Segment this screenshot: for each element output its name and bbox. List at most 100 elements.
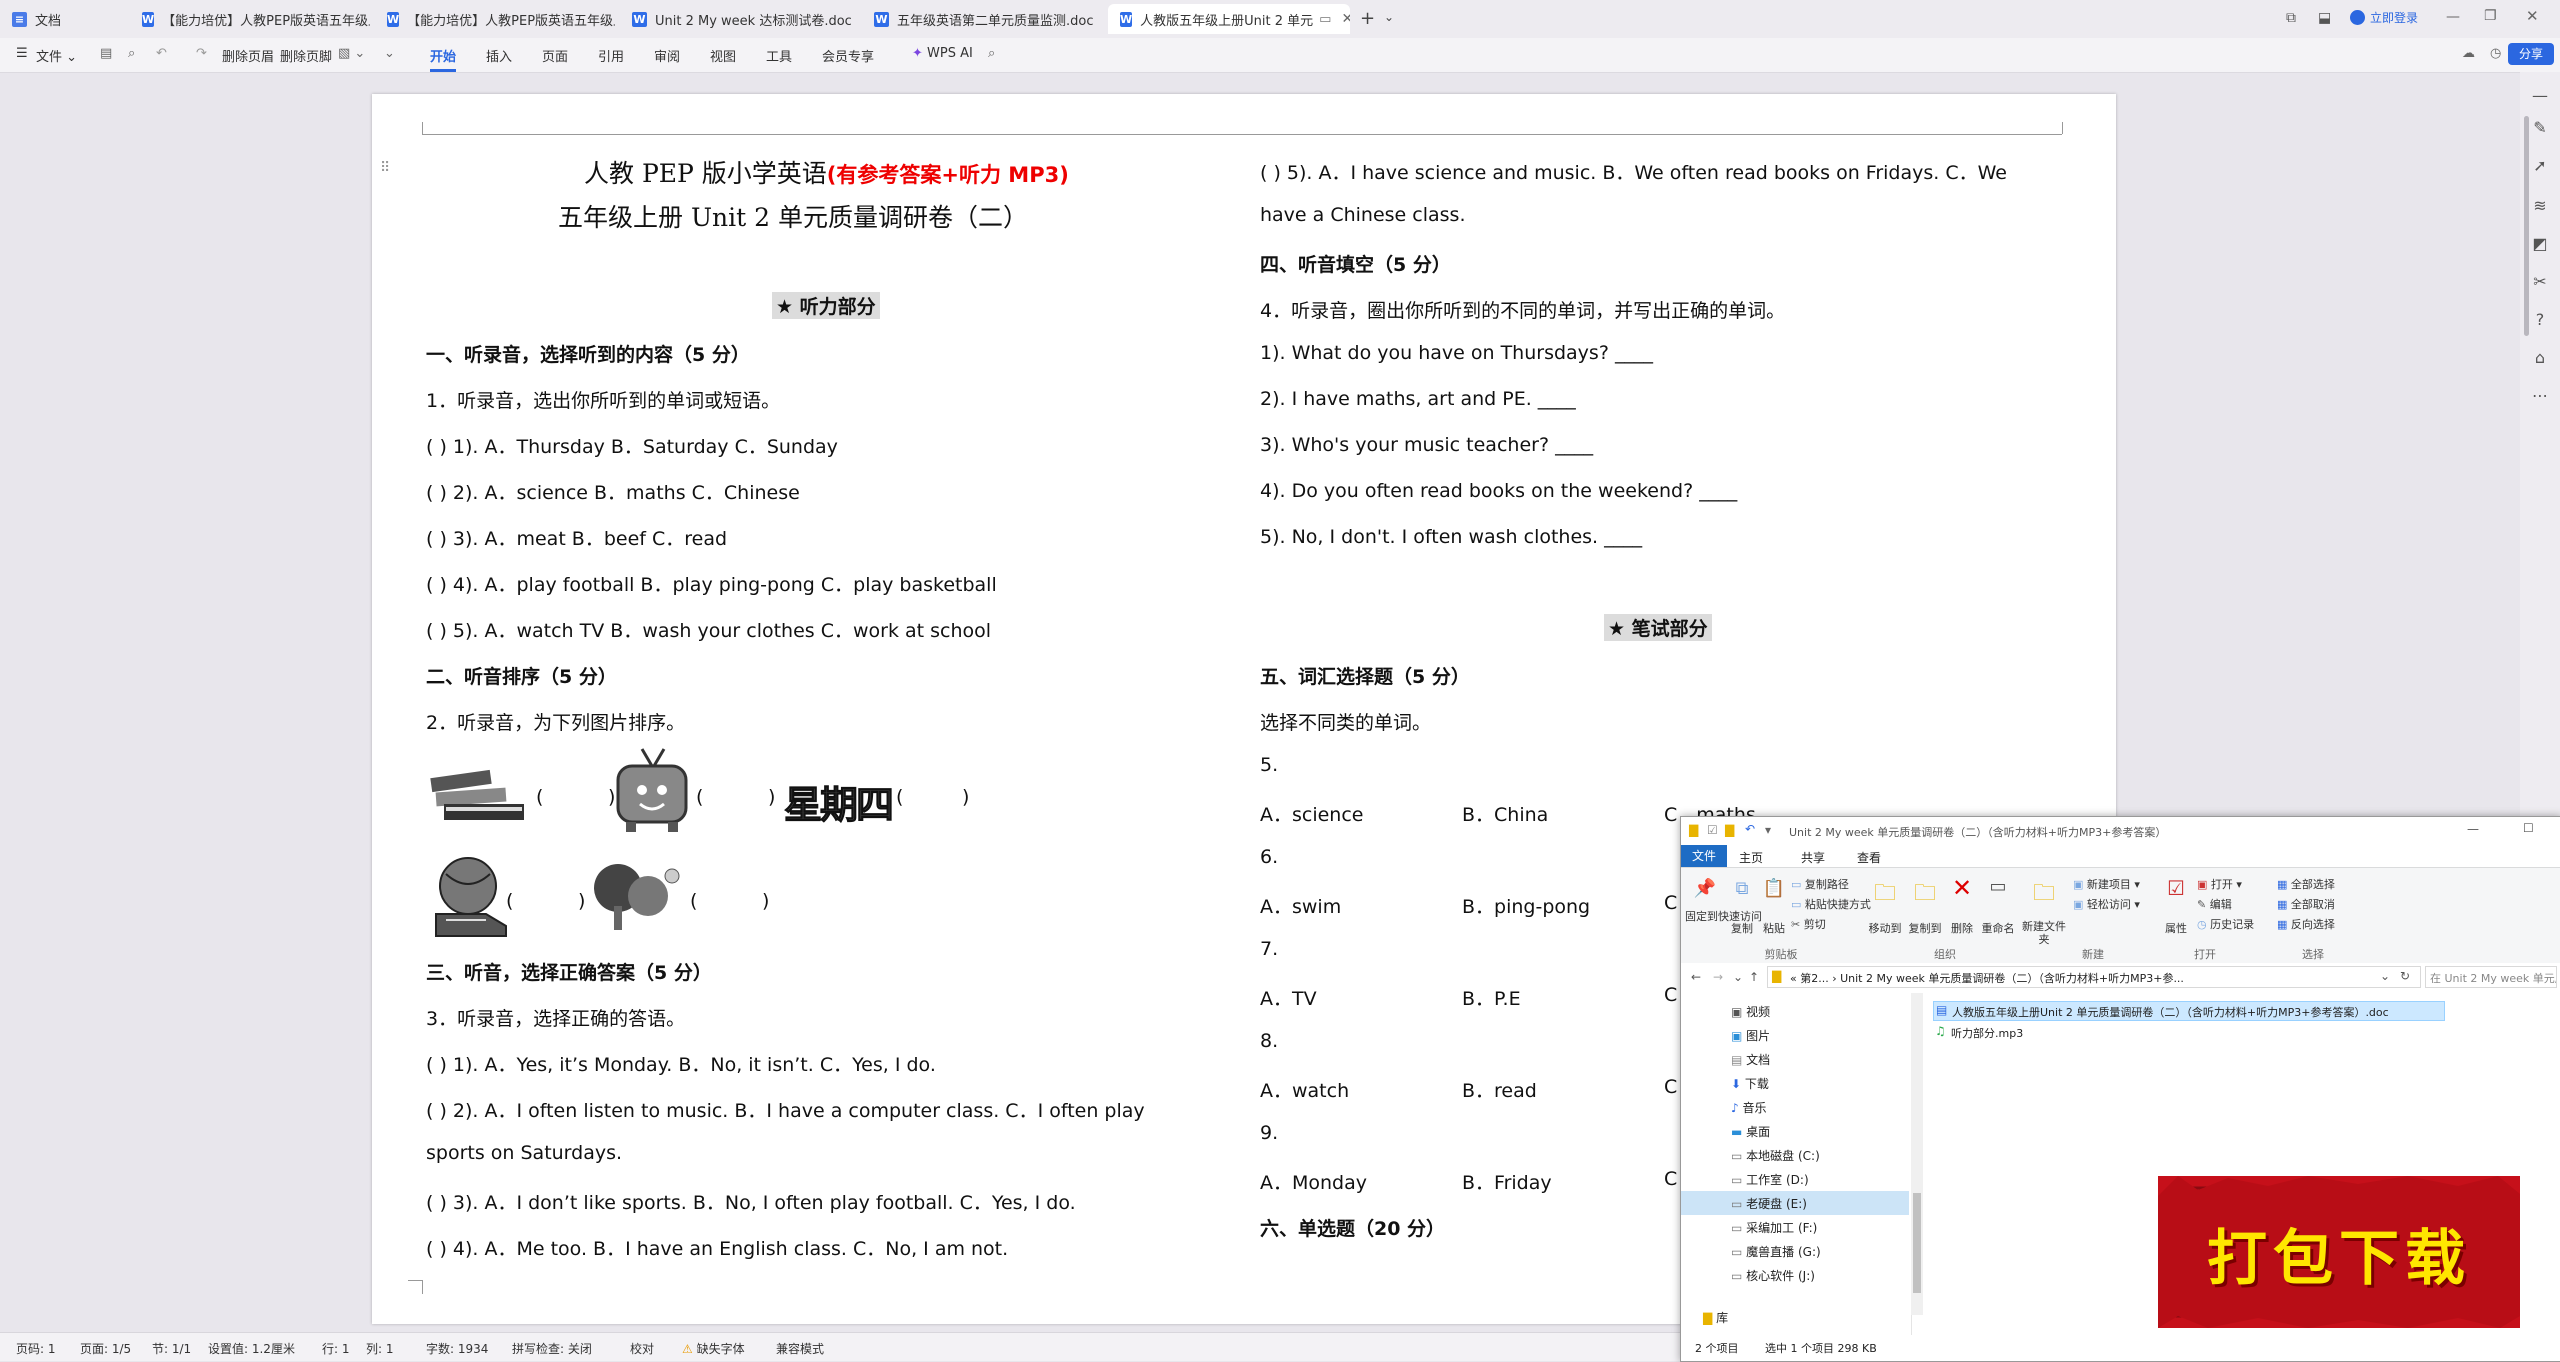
format-painter-icon[interactable]: ⌕: [128, 46, 135, 61]
ribbon-tab-file[interactable]: 文件: [1681, 845, 1727, 867]
refresh-icon[interactable]: ↻: [2400, 969, 2410, 983]
menu-insert[interactable]: 插入: [486, 46, 512, 65]
nav-item-library[interactable]: ▇ 库: [1703, 1309, 1728, 1326]
nav-item-drive-g[interactable]: ▭ 魔兽直播 (G:): [1731, 1243, 1821, 1260]
select-none-button[interactable]: ▦ 全部取消: [2277, 896, 2335, 912]
share-button[interactable]: 分享: [2508, 43, 2554, 65]
new-folder-icon[interactable]: 🗀: [2027, 876, 2061, 914]
paste-button[interactable]: 粘贴: [1759, 920, 1789, 936]
customize-chevron-icon[interactable]: ▾: [1765, 823, 1771, 837]
ribbon-tab-share[interactable]: 共享: [1801, 849, 1825, 866]
tab-list-chevron-icon[interactable]: ⌄: [1384, 10, 1394, 24]
status-spellcheck[interactable]: 拼写检查: 关闭: [512, 1340, 592, 1357]
new-folder-button[interactable]: 新建文件夹: [2021, 920, 2067, 946]
edit-pen-icon[interactable]: ✎: [2530, 118, 2550, 138]
move-to-button[interactable]: 移动到: [1865, 920, 1905, 936]
ribbon-tab-view[interactable]: 查看: [1857, 849, 1881, 866]
more-chevron-icon[interactable]: ⌄: [384, 46, 395, 61]
paste-shortcut-button[interactable]: ▭ 粘贴快捷方式: [1791, 896, 1871, 912]
maximize-icon[interactable]: ☐: [2523, 821, 2534, 835]
nav-item-drive-f[interactable]: ▭ 采编加工 (F:): [1731, 1219, 1817, 1236]
tab-doc-2[interactable]: W 【能力培优】人教PEP版英语五年级上: [375, 4, 615, 34]
delete-button[interactable]: 删除: [1947, 920, 1977, 936]
new-tab-icon[interactable]: +: [1360, 8, 1375, 29]
open-button[interactable]: ▣ 打开 ▾: [2197, 876, 2242, 892]
history-button[interactable]: ◷ 历史记录: [2197, 916, 2254, 932]
address-bar[interactable]: ▇ « 第2... › Unit 2 My week 单元质量调研卷（二）（含听…: [1767, 966, 2421, 988]
edit-button[interactable]: ✎ 编辑: [2197, 896, 2232, 912]
tools-icon[interactable]: ✂: [2530, 272, 2550, 292]
nav-item-documents[interactable]: ▤ 文档: [1731, 1051, 1770, 1068]
more-icon[interactable]: ⋯: [2530, 386, 2550, 406]
nav-scrollbar[interactable]: [1911, 993, 1923, 1315]
paste-icon[interactable]: 📋: [1759, 878, 1789, 899]
shapes-icon[interactable]: ◩: [2530, 234, 2550, 254]
nav-item-drive-c[interactable]: ▭ 本地磁盘 (C:): [1731, 1147, 1820, 1164]
status-missing-font[interactable]: ⚠ 缺失字体: [682, 1340, 745, 1357]
menu-review[interactable]: 审阅: [654, 46, 680, 65]
download-banner[interactable]: 打包下载: [2158, 1176, 2520, 1328]
forward-icon[interactable]: →: [1713, 970, 1723, 984]
tab-doc-1[interactable]: W 【能力培优】人教PEP版英语五年级上: [130, 4, 370, 34]
select-all-button[interactable]: ▦ 全部选择: [2277, 876, 2335, 892]
tab-doc-3[interactable]: W Unit 2 My week 达标测试卷.doc: [620, 4, 860, 34]
nav-item-videos[interactable]: ▣ 视频: [1731, 1003, 1770, 1020]
up-icon[interactable]: ↑: [1749, 970, 1759, 984]
adjust-icon[interactable]: ≋: [2530, 196, 2550, 216]
hamburger-icon[interactable]: ☰: [16, 46, 28, 61]
nav-item-drive-e[interactable]: ▭ 老硬盘 (E:): [1731, 1195, 1807, 1212]
pointer-icon[interactable]: ➚: [2530, 156, 2550, 176]
cut-button[interactable]: ✂ 剪切: [1791, 916, 1826, 932]
file-menu[interactable]: 文件 ⌄: [36, 46, 77, 65]
float-window-icon[interactable]: ▭: [1319, 12, 1331, 27]
maximize-icon[interactable]: ❐: [2484, 8, 2497, 24]
status-wordcount[interactable]: 字数: 1934: [426, 1340, 488, 1357]
scrollbar[interactable]: [2520, 112, 2530, 412]
new-folder-small-icon[interactable]: ▇: [1725, 823, 1734, 837]
back-icon[interactable]: ←: [1691, 970, 1701, 984]
history-icon[interactable]: ◷: [2490, 46, 2501, 61]
invert-selection-button[interactable]: ▦ 反向选择: [2277, 916, 2335, 932]
theme-icon[interactable]: ⬓: [2318, 10, 2331, 26]
nav-scrollbar-thumb[interactable]: [1913, 1193, 1921, 1293]
menu-member[interactable]: 会员专享: [822, 46, 874, 65]
pin-icon[interactable]: 📌: [1687, 878, 1723, 899]
delete-header-button[interactable]: 删除页眉: [222, 46, 274, 65]
delete-icon[interactable]: ✕: [1947, 874, 1977, 902]
minimize-icon[interactable]: —: [2446, 9, 2460, 25]
delete-footer-button[interactable]: 删除页脚: [280, 46, 332, 65]
easy-access-button[interactable]: ▣ 轻松访问 ▾: [2073, 896, 2140, 912]
history-chevron-icon[interactable]: ⌄: [1733, 970, 1743, 984]
nav-item-downloads[interactable]: ⬇ 下载: [1731, 1075, 1769, 1092]
save-icon[interactable]: ▤: [100, 46, 112, 61]
close-window-icon[interactable]: ✕: [2526, 7, 2539, 25]
menu-tools[interactable]: 工具: [766, 46, 792, 65]
scrollbar-thumb[interactable]: [2524, 116, 2529, 336]
search-icon[interactable]: ⌕: [988, 46, 995, 61]
status-pages[interactable]: 页面: 1/5: [80, 1340, 131, 1357]
move-to-icon[interactable]: 🗀: [1869, 876, 1901, 914]
undo-icon[interactable]: ↶: [1745, 822, 1755, 836]
close-tab-icon[interactable]: ✕: [1341, 11, 1350, 27]
rename-button[interactable]: 重命名: [1979, 920, 2017, 936]
new-item-button[interactable]: ▣ 新建项目 ▾: [2073, 876, 2140, 892]
cloud-sync-icon[interactable]: ☁: [2462, 46, 2475, 61]
wps-ai-button[interactable]: ✦ WPS AI: [912, 46, 973, 61]
login-button[interactable]: 立即登录: [2350, 9, 2418, 26]
nav-item-pictures[interactable]: ▣ 图片: [1731, 1027, 1770, 1044]
drag-handle-icon[interactable]: ⠿: [380, 160, 390, 176]
copy-icon[interactable]: ⧉: [1727, 878, 1757, 899]
tab-docs[interactable]: ≡ 文档: [0, 4, 130, 34]
menu-view[interactable]: 视图: [710, 46, 736, 65]
rename-icon[interactable]: ▭: [1981, 876, 2015, 897]
minimize-icon[interactable]: —: [2467, 822, 2479, 836]
nav-item-desktop[interactable]: ▬ 桌面: [1731, 1123, 1770, 1140]
copy-to-button[interactable]: 复制到: [1905, 920, 1945, 936]
quick-access-icon[interactable]: ☑: [1707, 823, 1718, 837]
tab-doc-4[interactable]: W 五年级英语第二单元质量监测.doc: [862, 4, 1102, 34]
gift-icon[interactable]: ⌂: [2530, 348, 2550, 368]
copy-button[interactable]: 复制: [1727, 920, 1757, 936]
undo-icon[interactable]: ↶: [156, 46, 167, 61]
ribbon-tab-home[interactable]: 主页: [1739, 849, 1763, 866]
file-item-doc[interactable]: ▤ 人教版五年级上册Unit 2 单元质量调研卷（二）（含听力材料+听力MP3+…: [1933, 1001, 2445, 1021]
